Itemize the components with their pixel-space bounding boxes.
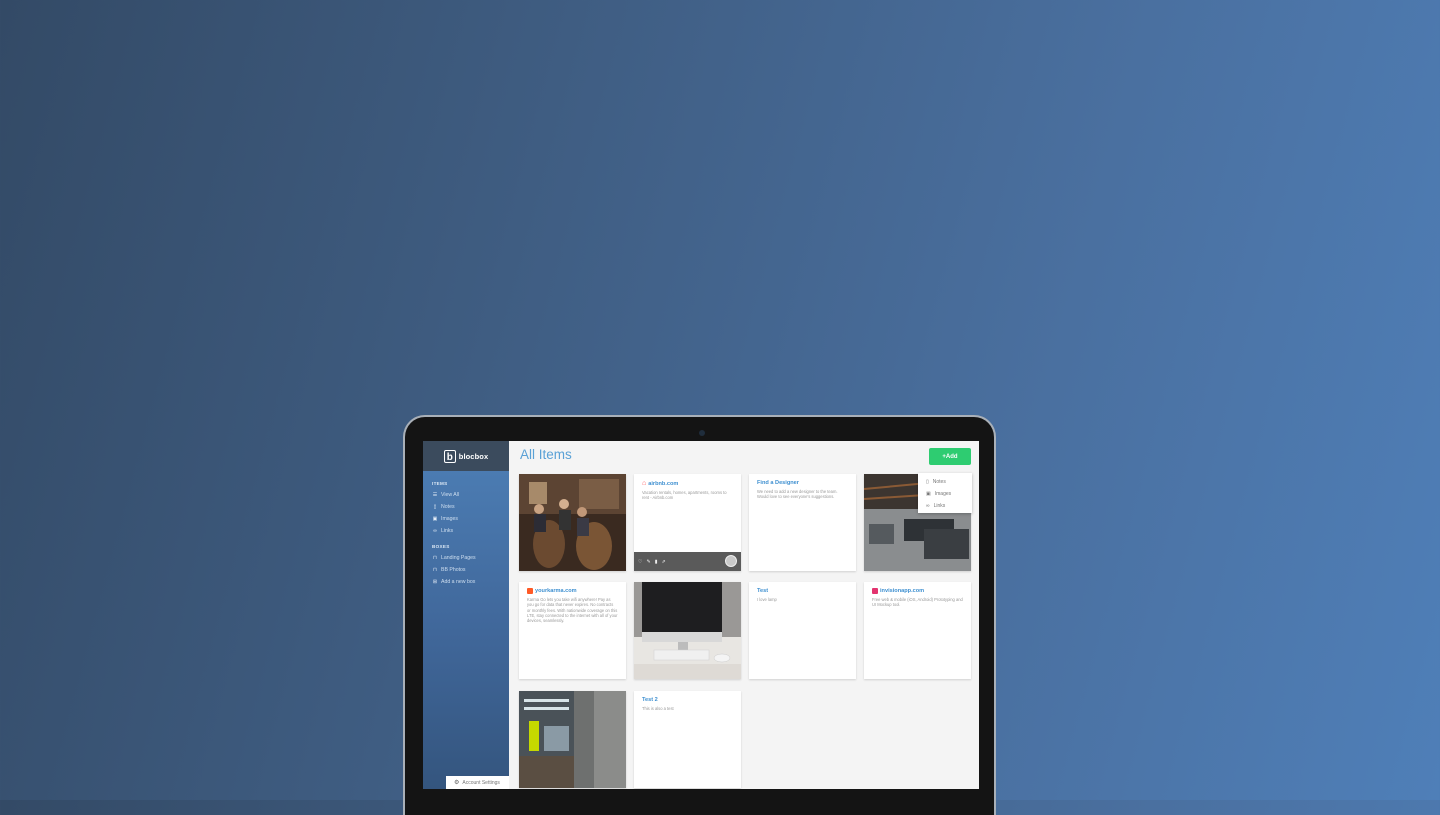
sidebar-item-links[interactable]: ∞ Links bbox=[432, 527, 509, 534]
card-title-row: invisionapp.com bbox=[872, 588, 971, 594]
sidebar-item-bb-photos[interactable]: ⊓ BB Photos bbox=[432, 566, 509, 573]
karma-logo-icon bbox=[527, 588, 533, 594]
card-title-row: yourkarma.com bbox=[527, 588, 626, 594]
add-menu-notes[interactable]: ▯ Notes bbox=[918, 476, 972, 488]
sidebar-item-notes[interactable]: ▯ Notes bbox=[432, 503, 509, 510]
app-screen: b blocbox ITEMS ☰ View All ▯ Notes ▣ Ima… bbox=[423, 441, 979, 789]
card-description: Free web & mobile (iOS, Android) Prototy… bbox=[872, 597, 963, 608]
note-card-test[interactable]: Test I love lamp bbox=[749, 582, 856, 679]
link-card-invisionapp[interactable]: invisionapp.com Free web & mobile (iOS, … bbox=[864, 582, 971, 679]
card-action-bar: ♡ ✎ ▮ ⇗ bbox=[634, 552, 741, 571]
card-title: Test 2 bbox=[642, 697, 658, 703]
image-card-imac[interactable] bbox=[634, 582, 741, 679]
list-icon: ☰ bbox=[432, 491, 438, 498]
card-title: Test bbox=[757, 588, 769, 594]
bar-photo-image bbox=[519, 474, 626, 571]
account-settings-button[interactable]: ⚙ Account Settings bbox=[446, 776, 509, 789]
note-icon: ▯ bbox=[433, 503, 437, 510]
inbox-icon: ⊓ bbox=[433, 554, 437, 561]
card-description: Vacation rentals, homes, apartments, roo… bbox=[642, 490, 727, 501]
sidebar-item-images[interactable]: ▣ Images bbox=[432, 515, 509, 522]
note-icon: ▯ bbox=[926, 479, 929, 485]
image-icon: ▣ bbox=[926, 491, 931, 497]
sidebar-item-label: View All bbox=[441, 491, 460, 498]
inbox-icon: ⊓ bbox=[433, 566, 437, 573]
card-title: Find a Designer bbox=[757, 480, 799, 486]
webcam bbox=[699, 430, 705, 436]
trash-icon[interactable]: ▮ bbox=[655, 559, 658, 565]
note-card-find-designer[interactable]: Find a Designer We need to add a new des… bbox=[749, 474, 856, 571]
main-content: All Items +Add ▯ Notes ▣ Images ∞ Links bbox=[509, 441, 979, 789]
card-title: airbnb.com bbox=[648, 480, 679, 487]
invision-logo-icon bbox=[872, 588, 878, 594]
card-description: I love lamp bbox=[757, 597, 777, 602]
sidebar-item-label: BB Photos bbox=[441, 566, 466, 573]
account-settings-label: Account Settings bbox=[462, 779, 500, 786]
card-title-row: ⌂ airbnb.com bbox=[642, 480, 741, 487]
add-menu-links[interactable]: ∞ Links bbox=[918, 500, 972, 512]
card-description: Karma Go lets you take wifi anywhere! Pa… bbox=[527, 597, 618, 624]
note-card-test-2[interactable]: Test 2 This is also a test bbox=[634, 691, 741, 788]
card-title: invisionapp.com bbox=[880, 588, 925, 594]
menu-item-label: Images bbox=[934, 491, 952, 497]
image-icon: ▣ bbox=[432, 515, 438, 522]
menu-item-label: Notes bbox=[932, 479, 946, 485]
link-card-yourkarma[interactable]: yourkarma.com Karma Go lets you take wif… bbox=[519, 582, 626, 679]
sidebar-item-view-all[interactable]: ☰ View All bbox=[432, 491, 509, 498]
card-description: We need to add a new designer to the tea… bbox=[757, 489, 838, 500]
boxes-heading: BOXES bbox=[432, 544, 450, 549]
hallway-photo-image bbox=[519, 691, 626, 788]
sidebar-item-label: Add a new box bbox=[441, 578, 476, 585]
heart-icon[interactable]: ♡ bbox=[638, 559, 642, 565]
imac-photo-image bbox=[634, 582, 741, 679]
card-title: yourkarma.com bbox=[535, 588, 577, 594]
avatar bbox=[725, 555, 737, 567]
edit-icon[interactable]: ✎ bbox=[646, 559, 650, 565]
sidebar-item-landing-pages[interactable]: ⊓ Landing Pages bbox=[432, 554, 509, 561]
link-icon: ∞ bbox=[433, 527, 437, 534]
gear-icon: ⚙ bbox=[454, 780, 460, 786]
image-card-hallway[interactable] bbox=[519, 691, 626, 788]
sidebar: b blocbox ITEMS ☰ View All ▯ Notes ▣ Ima… bbox=[423, 441, 509, 789]
items-heading: ITEMS bbox=[432, 481, 448, 486]
add-button[interactable]: +Add bbox=[929, 448, 971, 465]
laptop-frame: b blocbox ITEMS ☰ View All ▯ Notes ▣ Ima… bbox=[403, 415, 996, 815]
sidebar-item-label: Notes bbox=[441, 503, 455, 510]
sidebar-item-add-box[interactable]: ⊞ Add a new box bbox=[432, 578, 509, 585]
add-dropdown-menu: ▯ Notes ▣ Images ∞ Links bbox=[918, 473, 972, 513]
page-title: All Items bbox=[520, 447, 572, 462]
share-icon[interactable]: ⇗ bbox=[661, 559, 665, 565]
brand-name: blocbox bbox=[458, 451, 489, 461]
link-card-airbnb[interactable]: ⌂ airbnb.com Vacation rentals, homes, ap… bbox=[634, 474, 741, 571]
brand-header[interactable]: b blocbox bbox=[423, 441, 509, 471]
card-description: This is also a test bbox=[642, 706, 674, 711]
logo-icon: b bbox=[443, 449, 456, 463]
menu-item-label: Links bbox=[933, 503, 946, 509]
image-card-bar-photo[interactable] bbox=[519, 474, 626, 571]
add-menu-images[interactable]: ▣ Images bbox=[918, 488, 972, 500]
sidebar-item-label: Links bbox=[441, 527, 454, 534]
sidebar-item-label: Images bbox=[441, 515, 459, 522]
airbnb-logo-icon: ⌂ bbox=[642, 480, 647, 487]
plus-box-icon: ⊞ bbox=[432, 578, 438, 585]
link-icon: ∞ bbox=[926, 503, 930, 509]
sidebar-item-label: Landing Pages bbox=[441, 554, 476, 561]
